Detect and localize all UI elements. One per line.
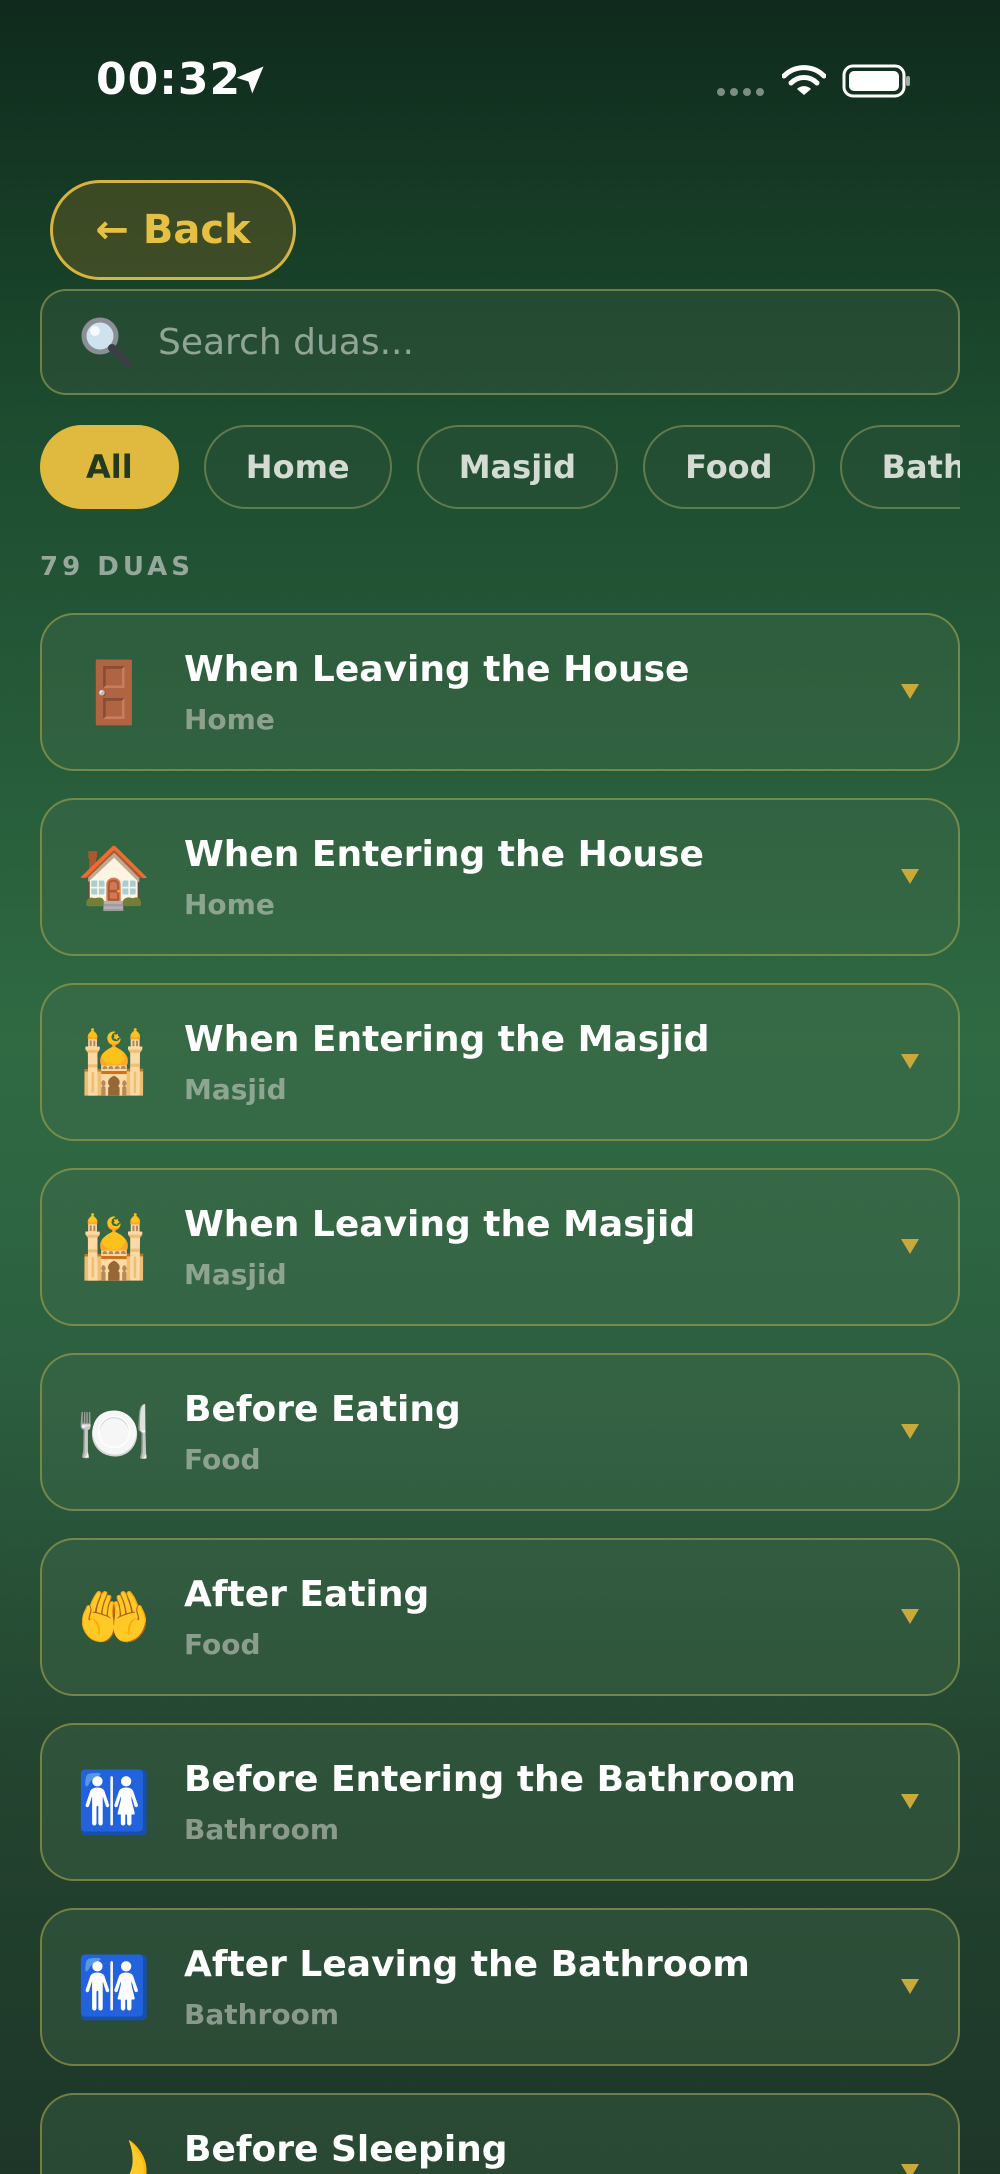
dua-item[interactable]: 🤲 After Eating Food xyxy=(40,1538,960,1696)
dua-title: When Leaving the House xyxy=(184,649,690,690)
filter-chip-food[interactable]: Food xyxy=(643,425,815,509)
status-time: 00:32 xyxy=(96,54,242,105)
back-button[interactable]: ← Back xyxy=(50,180,296,280)
dua-category: Food xyxy=(184,1628,261,1661)
back-label: Back xyxy=(142,207,251,253)
filter-chip-all[interactable]: All xyxy=(40,425,179,509)
chevron-down-icon[interactable] xyxy=(898,1604,922,1628)
search-input[interactable] xyxy=(156,320,920,364)
signal-icon xyxy=(717,88,764,96)
plate-cutlery-icon: 🍽️ xyxy=(76,1398,152,1468)
house-icon: 🏠 xyxy=(76,843,152,913)
restroom-icon: 🚻 xyxy=(76,1953,152,2023)
dua-title: Before Eating xyxy=(184,1389,461,1430)
battery-icon xyxy=(842,64,910,98)
dua-title: After Eating xyxy=(184,1574,430,1615)
dua-count: 79 DUAS xyxy=(40,552,194,582)
dua-title: Before Entering the Bathroom xyxy=(184,1759,796,1800)
dua-category: Food xyxy=(184,1443,261,1476)
dua-item[interactable]: 🚪 When Leaving the House Home xyxy=(40,613,960,771)
dua-item[interactable]: 🌙 Before Sleeping xyxy=(40,2093,960,2174)
dua-category: Bathroom xyxy=(184,1998,340,2031)
mosque-icon: 🕌 xyxy=(76,1028,152,1098)
filter-chip-masjid[interactable]: Masjid xyxy=(416,425,619,509)
chevron-down-icon[interactable] xyxy=(898,864,922,888)
dua-title: Before Sleeping xyxy=(184,2129,508,2170)
dua-category: Home xyxy=(184,703,275,736)
search-bar[interactable] xyxy=(40,289,960,395)
restroom-icon: 🚻 xyxy=(76,1768,152,1838)
dua-item[interactable]: 🍽️ Before Eating Food xyxy=(40,1353,960,1511)
magnifying-glass-icon xyxy=(81,317,132,368)
dua-list: 🚪 When Leaving the House Home 🏠 When Ent… xyxy=(40,613,960,2174)
dua-item[interactable]: 🏠 When Entering the House Home xyxy=(40,798,960,956)
crescent-moon-icon: 🌙 xyxy=(76,2138,152,2174)
dua-title: When Entering the Masjid xyxy=(184,1019,710,1060)
dua-category: Home xyxy=(184,888,275,921)
dua-item[interactable]: 🕌 When Leaving the Masjid Masjid xyxy=(40,1168,960,1326)
mosque-icon: 🕌 xyxy=(76,1213,152,1283)
filter-chip-home[interactable]: Home xyxy=(203,425,392,509)
arrow-left-icon: ← xyxy=(95,207,129,253)
dua-title: When Entering the House xyxy=(184,834,704,875)
chevron-down-icon[interactable] xyxy=(898,679,922,703)
filter-chip-bathroom[interactable]: Bathroom xyxy=(839,425,960,509)
dua-item[interactable]: 🕌 When Entering the Masjid Masjid xyxy=(40,983,960,1141)
dua-category: Masjid xyxy=(184,1073,287,1106)
chevron-down-icon[interactable] xyxy=(898,1419,922,1443)
door-icon: 🚪 xyxy=(76,658,152,728)
dua-category: Masjid xyxy=(184,1258,287,1291)
location-arrow-icon xyxy=(236,66,264,94)
dua-category: Bathroom xyxy=(184,1813,340,1846)
chevron-down-icon[interactable] xyxy=(898,1234,922,1258)
wifi-icon xyxy=(782,65,826,95)
dua-item[interactable]: 🚻 After Leaving the Bathroom Bathroom xyxy=(40,1908,960,2066)
open-hands-icon: 🤲 xyxy=(76,1583,152,1653)
chevron-down-icon[interactable] xyxy=(898,1974,922,1998)
category-filter-row: All Home Masjid Food Bathroom xyxy=(40,425,960,511)
dua-item[interactable]: 🚻 Before Entering the Bathroom Bathroom xyxy=(40,1723,960,1881)
chevron-down-icon[interactable] xyxy=(898,1049,922,1073)
status-bar: 00:32 xyxy=(0,0,1000,160)
chevron-down-icon[interactable] xyxy=(898,1789,922,1813)
dua-title: When Leaving the Masjid xyxy=(184,1204,696,1245)
chevron-down-icon[interactable] xyxy=(898,2159,922,2174)
dua-title: After Leaving the Bathroom xyxy=(184,1944,750,1985)
